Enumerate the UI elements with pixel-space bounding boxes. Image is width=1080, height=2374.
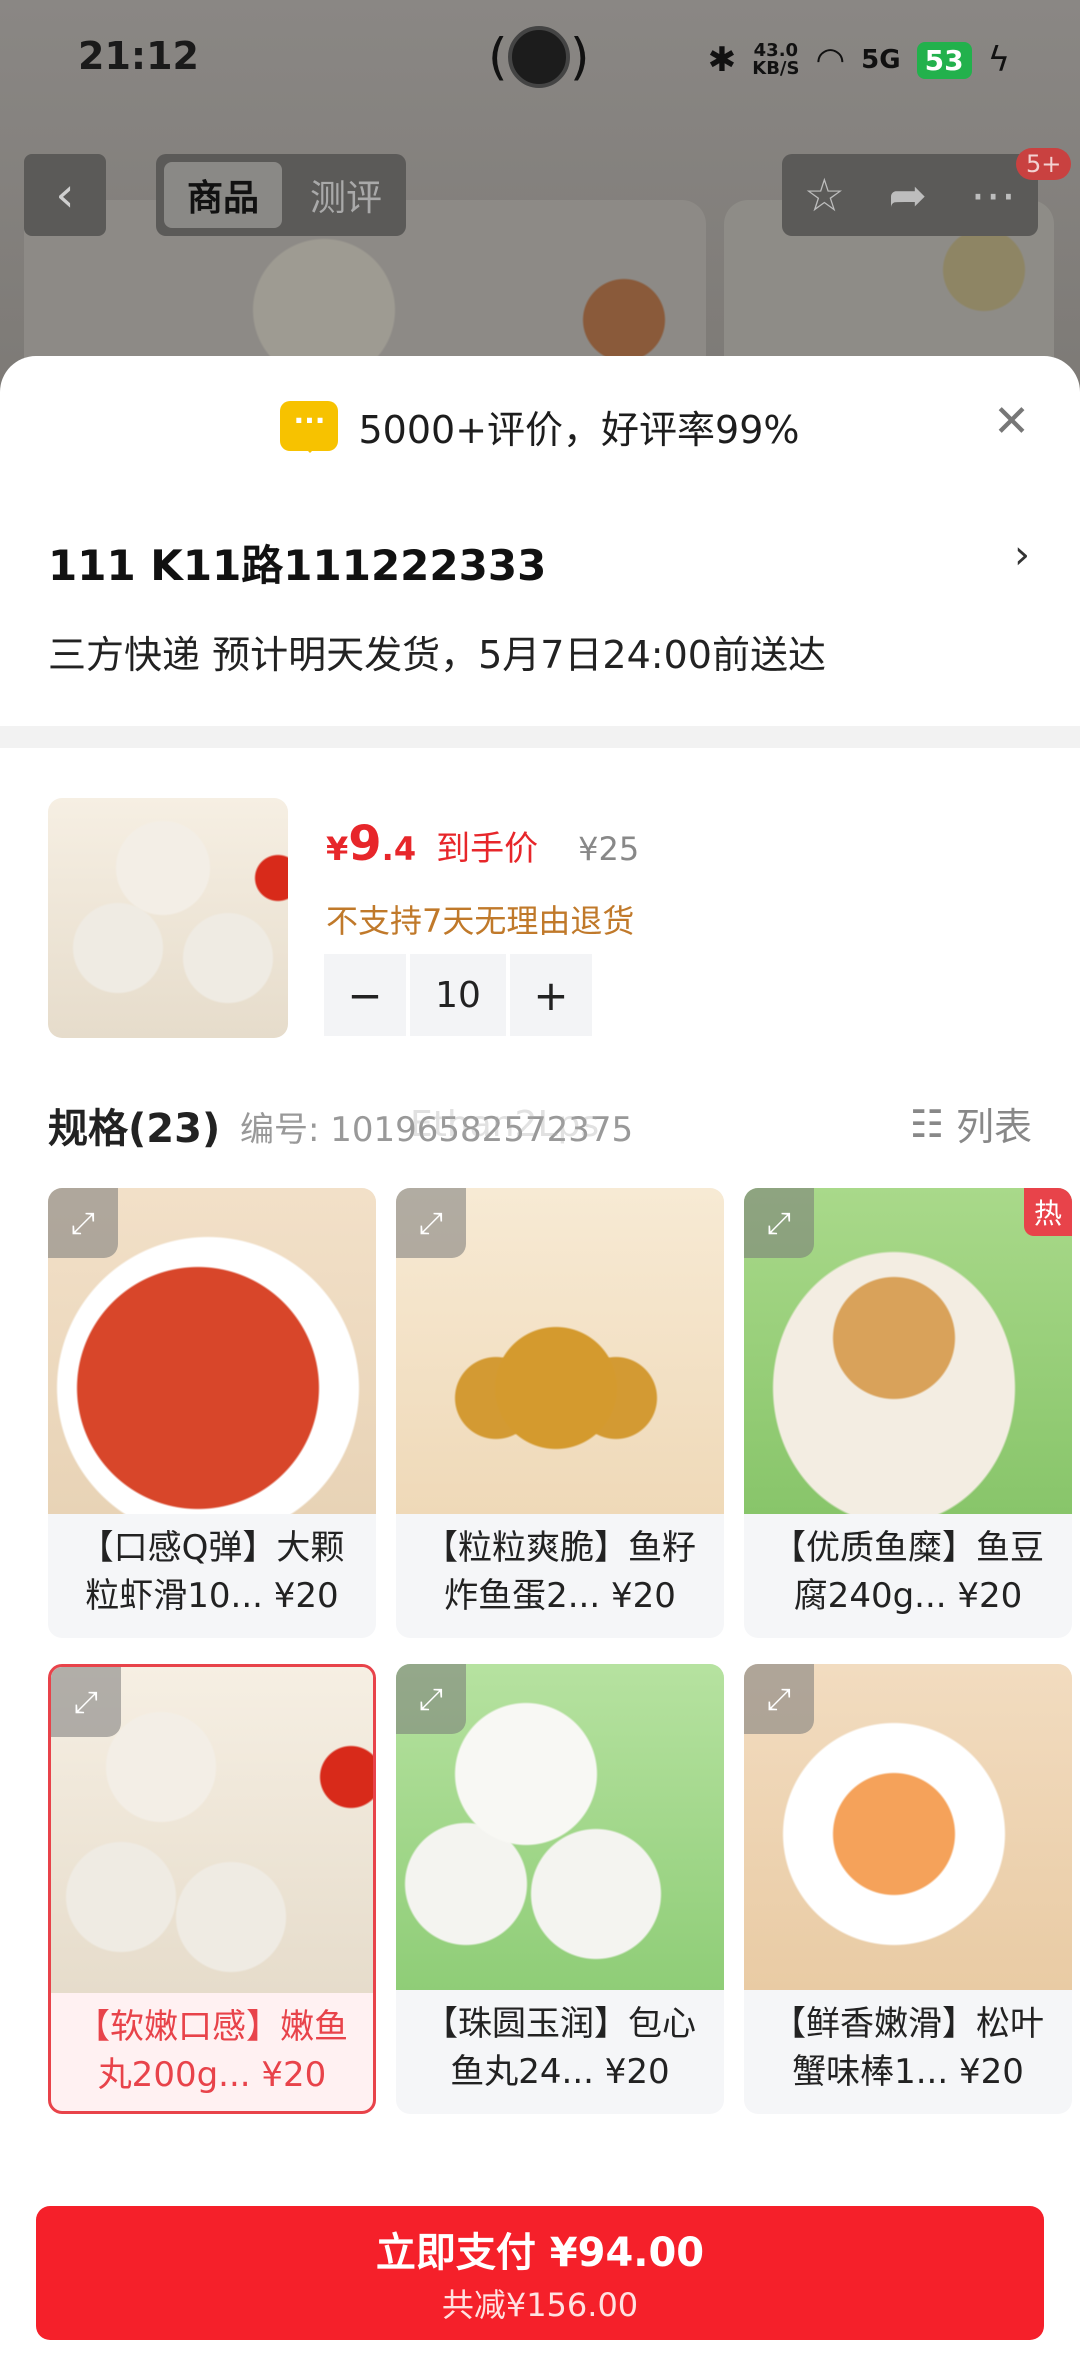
increase-button[interactable]: + <box>510 954 592 1036</box>
spec-option-card[interactable]: ⤢ 【口感Q弹】大颗 粒虾滑10... ¥20 <box>48 1188 376 1638</box>
spec-option-label: 【软嫩口感】嫩鱼 丸200g... ¥20 <box>51 2003 373 2111</box>
spec-option-card[interactable]: ⤢ 热 【优质鱼糜】鱼豆 腐240g... ¥20 <box>744 1188 1072 1638</box>
cellular-signal-icon: 5G <box>861 45 901 75</box>
spec-option-card[interactable]: ⤢ 【鲜香嫩滑】松叶 蟹味棒1... ¥20 <box>744 1664 1072 2114</box>
spec-option-line1: 【鲜香嫩滑】松叶 <box>772 2004 1044 2044</box>
watermark: Ethan2Lps <box>410 1104 600 1145</box>
address-recipient[interactable]: 111 K11路111222333 <box>48 532 546 593</box>
spec-option-label: 【优质鱼糜】鱼豆 腐240g... ¥20 <box>744 1524 1072 1634</box>
spec-option-line1: 【优质鱼糜】鱼豆 <box>772 1528 1044 1568</box>
spec-option-label: 【鲜香嫩滑】松叶 蟹味棒1... ¥20 <box>744 2000 1072 2110</box>
top-tab-group: 商品 测评 <box>156 154 406 236</box>
expand-icon[interactable]: ⤢ <box>396 1188 466 1258</box>
spec-option-line1: 【珠圆玉润】包心 <box>424 2004 696 2044</box>
network-speed: 43.0 KB/S <box>752 42 799 78</box>
purchase-sheet: ··· 5000+评价，好评率99% ✕ 111 K11路111222333 ›… <box>0 356 1080 2374</box>
camera-bracket-left: ( <box>488 28 508 86</box>
decrease-button[interactable]: − <box>324 954 406 1036</box>
spec-option-card[interactable]: ⤢ 【粒粒爽脆】鱼籽 炸鱼蛋2... ¥20 <box>396 1188 724 1638</box>
battery-indicator: 53 <box>916 41 972 79</box>
expand-icon[interactable]: ⤢ <box>48 1188 118 1258</box>
more-icon[interactable]: ⋯ <box>970 168 1016 222</box>
chevron-left-icon: ‹ <box>55 167 75 223</box>
tab-product[interactable]: 商品 <box>164 162 282 228</box>
bluetooth-icon: ✱ <box>707 40 737 80</box>
spec-option-line1: 【软嫩口感】嫩鱼 <box>76 2007 348 2047</box>
spec-option-label: 【粒粒爽脆】鱼籽 炸鱼蛋2... ¥20 <box>396 1524 724 1634</box>
hot-badge: 热 <box>1023 1188 1072 1236</box>
network-speed-unit: KB/S <box>752 58 800 79</box>
status-icons: ✱ 43.0 KB/S ◠ 5G 53 ϟ <box>708 30 1010 90</box>
pay-now-button[interactable]: 立即支付 ¥94.00 共减¥156.00 <box>36 2206 1044 2340</box>
spec-title: 规格(23) <box>48 1106 221 1152</box>
spec-option-label: 【珠圆玉润】包心 鱼丸24... ¥20 <box>396 2000 724 2110</box>
camera-lens-icon <box>508 26 570 88</box>
chevron-right-icon[interactable]: › <box>1014 532 1030 578</box>
list-view-toggle[interactable]: ☷ 列表 <box>910 1096 1032 1151</box>
product-thumbnail[interactable] <box>48 798 288 1038</box>
expand-icon[interactable]: ⤢ <box>396 1664 466 1734</box>
wifi-icon: ◠ <box>815 40 846 80</box>
spec-grid: ⤢ 【口感Q弹】大颗 粒虾滑10... ¥20 ⤢ 【粒粒爽脆】鱼籽 炸鱼蛋2.… <box>48 1188 1080 2148</box>
return-policy-notice: 不支持7天无理由退货 <box>326 902 635 940</box>
expand-icon[interactable]: ⤢ <box>51 1667 121 1737</box>
spec-option-line2: 鱼丸24... ¥20 <box>450 2052 670 2092</box>
review-summary-text: 5000+评价，好评率99% <box>358 407 800 452</box>
chat-bubble-icon: ··· <box>280 401 339 453</box>
share-icon[interactable]: ➦ <box>888 168 927 222</box>
spec-option-line2: 腐240g... ¥20 <box>793 1576 1023 1616</box>
charging-icon: ϟ <box>987 40 1010 80</box>
expand-icon[interactable]: ⤢ <box>744 1188 814 1258</box>
spec-option-line1: 【口感Q弹】大颗 <box>79 1528 345 1568</box>
notification-badge: 5+ <box>1016 148 1072 180</box>
spec-option-line2: 丸200g... ¥20 <box>97 2055 327 2095</box>
status-time: 21:12 <box>78 34 199 78</box>
section-divider <box>0 726 1080 748</box>
tab-review[interactable]: 测评 <box>296 162 396 228</box>
list-icon: ☷ <box>909 1101 944 1146</box>
price-integer: 9 <box>348 816 382 872</box>
price-label: 到手价 <box>436 829 539 869</box>
original-price: ¥25 <box>578 830 640 868</box>
spec-option-card-selected[interactable]: ⤢ 【软嫩口感】嫩鱼 丸200g... ¥20 <box>48 1664 376 2114</box>
price-row: ¥9.4 到手价 ¥25 <box>326 816 639 872</box>
spec-option-line2: 粒虾滑10... ¥20 <box>85 1576 339 1616</box>
close-icon[interactable]: ✕ <box>993 396 1030 447</box>
review-summary-bar: ··· 5000+评价，好评率99% <box>0 386 1080 466</box>
camera-indicator: ( ) <box>488 24 590 94</box>
spec-option-label: 【口感Q弹】大颗 粒虾滑10... ¥20 <box>48 1524 376 1634</box>
spec-option-line2: 炸鱼蛋2... ¥20 <box>444 1576 676 1616</box>
discount-label: 共减¥156.00 <box>441 2286 639 2324</box>
status-bar: 21:12 ( ) ✱ 43.0 KB/S ◠ 5G 53 ϟ <box>0 0 1080 120</box>
spec-option-card[interactable]: ⤢ 【珠圆玉润】包心 鱼丸24... ¥20 <box>396 1664 724 2114</box>
price-decimal: .4 <box>381 830 417 868</box>
shipping-info: 三方快递 预计明天发货，5月7日24:00前送达 <box>48 633 826 677</box>
favorite-star-icon[interactable]: ☆ <box>804 168 845 222</box>
quantity-input[interactable]: 10 <box>410 954 506 1036</box>
price-currency: ¥9.4 <box>326 816 416 872</box>
expand-icon[interactable]: ⤢ <box>744 1664 814 1734</box>
top-actions: ☆ ➦ ⋯ <box>782 154 1038 236</box>
list-view-label: 列表 <box>955 1105 1032 1149</box>
pay-now-label: 立即支付 ¥94.00 <box>375 2230 705 2276</box>
back-button[interactable]: ‹ <box>24 154 106 236</box>
camera-bracket-right: ) <box>570 28 590 86</box>
price-yen: ¥ <box>326 830 349 868</box>
spec-option-line1: 【粒粒爽脆】鱼籽 <box>424 1528 696 1568</box>
quantity-stepper: − 10 + <box>324 954 592 1036</box>
spec-option-line2: 蟹味棒1... ¥20 <box>792 2052 1024 2092</box>
